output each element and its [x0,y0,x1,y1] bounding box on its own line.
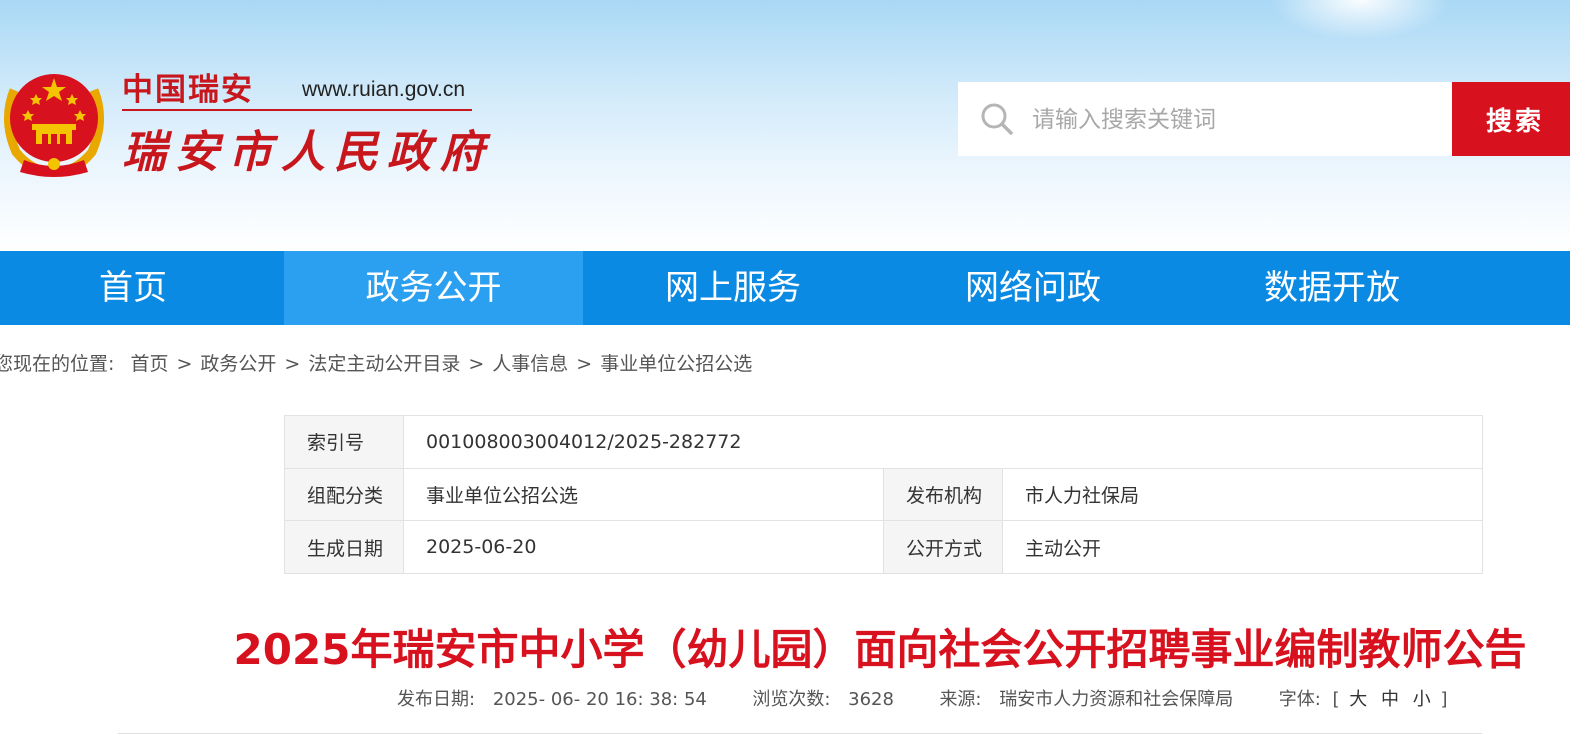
views-label: 浏览次数: [752,689,831,710]
search-input[interactable] [1030,90,1444,150]
mode-label: 公开方式 [883,520,1003,574]
breadcrumb-separator: > [176,353,193,375]
category-value: 事业单位公招公选 [403,467,884,522]
nav-item-government-affairs[interactable]: 政务公开 [284,251,583,325]
logo-title-small: 中国瑞安 [122,72,254,108]
breadcrumb-government-affairs[interactable]: 政务公开 [200,353,276,375]
breadcrumb-disclosure-catalog[interactable]: 法定主动公开目录 [308,353,460,375]
breadcrumb-current[interactable]: 事业单位公招公选 [600,353,752,375]
main-nav: 首页 政务公开 网上服务 网络问政 数据开放 [0,251,1570,325]
category-label: 组配分类 [284,467,404,522]
table-row: 组配分类 事业单位公招公选 发布机构 市人力社保局 [284,467,1484,522]
breadcrumb-home[interactable]: 首页 [130,353,168,375]
breadcrumb-separator: > [284,353,301,375]
mode-value: 主动公开 [1001,520,1484,574]
logo-title-big: 瑞安市人民政府 [122,127,493,178]
breadcrumb-separator: > [468,353,485,375]
article-meta: 发布日期: 2025- 06- 20 16: 38: 54 浏览次数: 3628… [397,686,1448,714]
font-size-medium-button[interactable]: 中 [1381,686,1399,714]
source-value: 瑞安市人力资源和社会保障局 [999,689,1234,710]
document-info-table: 索引号 001008003004012/2025-282772 组配分类 事业单… [284,415,1484,574]
views-value: 3628 [848,689,894,710]
national-emblem-icon [3,74,105,177]
font-size-bracket-close: ] [1440,689,1448,710]
site-header: 中国瑞安 www.ruian.gov.cn 瑞安市人民政府 搜索 [0,0,1570,251]
date-label: 生成日期 [284,520,404,574]
publish-date-value: 2025- 06- 20 16: 38: 54 [492,689,707,710]
logo-divider [122,109,472,111]
search-icon [981,103,1013,135]
breadcrumb: 您现在的位置: 首页 > 政务公开 > 法定主动公开目录 > 人事信息 > 事业单位公招公选 [0,350,752,378]
table-row: 生成日期 2025-06-20 公开方式 主动公开 [284,520,1484,574]
font-size-small-button[interactable]: 小 [1413,686,1431,714]
breadcrumb-separator: > [576,353,593,375]
logo-url: www.ruian.gov.cn [302,78,466,101]
org-label: 发布机构 [883,467,1003,522]
nav-item-open-data[interactable]: 数据开放 [1182,251,1482,325]
search-button[interactable]: 搜索 [1452,82,1570,156]
publish-date-label: 发布日期: [397,689,476,710]
font-size-label: 字体: [1278,689,1321,710]
date-value: 2025-06-20 [403,520,884,574]
source-label: 来源: [939,689,982,710]
breadcrumb-personnel-info[interactable]: 人事信息 [492,353,568,375]
nav-item-online-services[interactable]: 网上服务 [583,251,883,325]
nav-item-online-inquiry[interactable]: 网络问政 [883,251,1183,325]
nav-item-home[interactable]: 首页 [0,251,283,325]
org-value: 市人力社保局 [1001,467,1484,522]
article-title: 2025年瑞安市中小学（幼儿园）面向社会公开招聘事业编制教师公告 [233,625,1527,674]
breadcrumb-prefix: 您现在的位置: [0,353,115,375]
table-row: 索引号 001008003004012/2025-282772 [284,415,1484,469]
font-size-large-button[interactable]: 大 [1349,686,1367,714]
index-value: 001008003004012/2025-282772 [402,415,1484,469]
font-size-bracket-open: [ [1332,689,1340,710]
article-divider [118,733,1482,734]
index-label: 索引号 [284,415,404,469]
